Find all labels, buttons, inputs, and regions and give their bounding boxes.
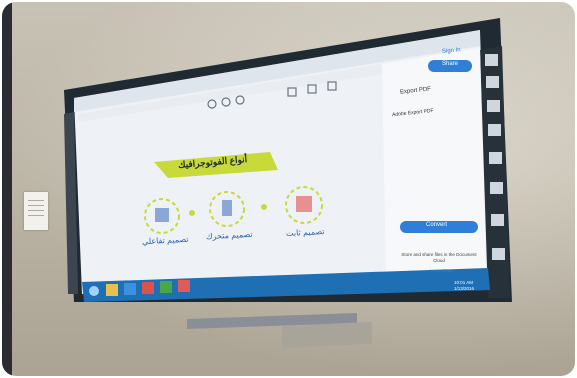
smartboard-scene (64, 18, 512, 302)
pane-learn-more[interactable]: Learn More (430, 268, 453, 273)
share-button-label[interactable]: Share (442, 61, 458, 67)
pane-store-text: Store and share files in the Document Cl… (401, 252, 477, 263)
export-pane (382, 48, 486, 274)
taskbar-date: 1/13/2016 (454, 286, 475, 291)
photo-background: أنواع الفوتوجرافيك تصميم تفاعلي تصميم مت… (2, 2, 575, 376)
convert-button-label[interactable]: Convert (426, 222, 447, 228)
start-button (89, 286, 99, 296)
taskbar-time: 10:01 AM (454, 280, 474, 285)
